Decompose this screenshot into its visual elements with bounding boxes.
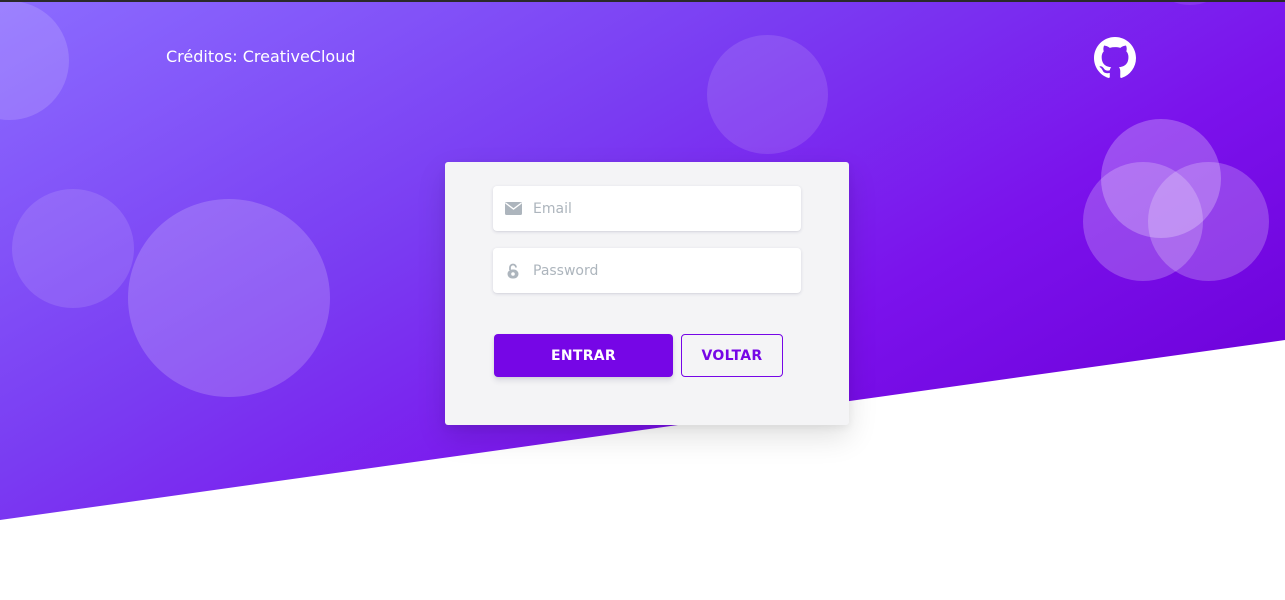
password-field (493, 248, 801, 293)
decorative-circle (0, 1, 69, 120)
top-border (0, 0, 1285, 2)
email-field (493, 186, 801, 231)
back-button[interactable]: VOLTAR (681, 334, 783, 377)
decorative-circle (128, 199, 330, 397)
decorative-circle (1101, 119, 1221, 238)
email-input[interactable] (531, 199, 785, 218)
credits-link[interactable]: Créditos: CreativeCloud (166, 47, 356, 66)
decorative-circle (12, 189, 134, 308)
login-button[interactable]: ENTRAR (494, 334, 673, 377)
login-page: Créditos: CreativeCloud Email ENTRAR VOL… (0, 0, 1285, 600)
decorative-circle (707, 35, 828, 154)
envelope-icon (504, 200, 522, 218)
password-input[interactable] (531, 261, 785, 280)
github-icon[interactable] (1094, 37, 1136, 79)
login-card: ENTRAR VOLTAR (445, 162, 849, 425)
lock-icon (504, 262, 522, 280)
